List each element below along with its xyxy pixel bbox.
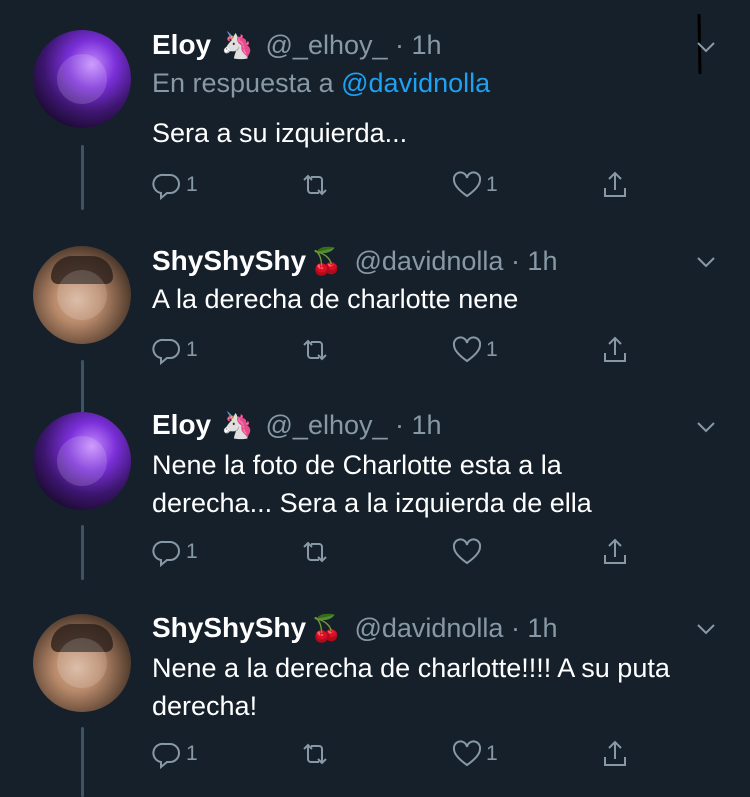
cherries-emoji: 🍒 [310,245,343,276]
like-button[interactable] [452,532,486,572]
reply-prefix: En respuesta a [152,68,342,98]
chevron-down-icon[interactable] [693,34,719,60]
share-icon [604,740,626,766]
share-icon [604,336,626,362]
share-button[interactable] [600,734,630,774]
like-count: 1 [486,338,498,361]
cherries-emoji: 🍒 [310,612,343,643]
handle-time: @_elhoy_ · 1h [265,29,442,60]
chevron-down-icon[interactable] [693,414,719,440]
heart-icon [452,538,482,565]
retweet-icon [303,541,327,563]
avatar[interactable] [33,30,131,128]
chevron-down-icon[interactable] [693,249,719,275]
tweet-header: ShyShyShy 🍒 @davidnolla · 1h [152,608,557,648]
tweet-text: Nene a la derecha de charlotte!!!! A su … [152,653,670,721]
reply-count: 1 [186,742,198,765]
like-button[interactable]: 1 [452,734,498,774]
action-bar: 1 1 [152,330,642,370]
retweet-button[interactable] [300,734,334,774]
reply-count: 1 [186,338,198,361]
display-name[interactable]: Eloy [152,409,211,441]
retweet-button[interactable] [300,165,334,205]
tweet-header: ShyShyShy 🍒 @davidnolla · 1h [152,241,557,281]
retweet-icon [303,174,327,196]
share-button[interactable] [600,330,630,370]
like-count: 1 [486,742,498,765]
tweet-text: Nene la foto de Charlotte esta a la dere… [152,450,592,518]
share-icon [604,538,626,564]
share-button[interactable] [600,165,630,205]
tweet-text: A la derecha de charlotte nene [152,284,519,314]
heart-icon [452,171,482,198]
action-bar: 1 1 [152,165,642,205]
avatar[interactable] [33,614,131,712]
share-button[interactable] [600,532,630,572]
mention-link[interactable]: @davidnolla [341,68,490,98]
like-button[interactable]: 1 [452,330,498,370]
like-button[interactable]: 1 [452,165,498,205]
reply-button[interactable]: 1 [152,165,198,205]
reply-button[interactable]: 1 [152,330,198,370]
reply-button[interactable]: 1 [152,734,198,774]
retweet-button[interactable] [300,532,334,572]
tweet-header: Eloy 🦄 @_elhoy_ · 1h [152,25,442,65]
reply-icon [152,173,180,200]
reply-icon [152,338,180,365]
unicorn-emoji: 🦄 [221,29,254,60]
display-name[interactable]: ShyShyShy [152,245,306,277]
reply-count: 1 [186,540,198,563]
display-name[interactable]: Eloy [152,29,211,61]
share-icon [604,171,626,197]
like-count: 1 [486,173,498,196]
unicorn-emoji: 🦄 [221,409,254,440]
handle-time: @_elhoy_ · 1h [265,409,442,440]
tweet-text: Sera a su izquierda... [152,118,408,148]
retweet-button[interactable] [300,330,334,370]
tweet-header: Eloy 🦄 @_elhoy_ · 1h [152,405,442,445]
action-bar: 1 [152,532,642,572]
display-name[interactable]: ShyShyShy [152,612,306,644]
reply-context: En respuesta a @davidnolla [152,68,490,99]
reply-count: 1 [186,173,198,196]
thread-line [81,525,84,580]
avatar[interactable] [33,412,131,510]
action-bar: 1 1 [152,734,642,774]
avatar[interactable] [33,246,131,344]
retweet-icon [303,339,327,361]
thread-line [81,145,84,210]
chevron-down-icon[interactable] [693,616,719,642]
heart-icon [452,336,482,363]
reply-button[interactable]: 1 [152,532,198,572]
handle-time: @davidnolla · 1h [354,612,558,643]
heart-icon [452,740,482,767]
retweet-icon [303,743,327,765]
handle-time: @davidnolla · 1h [354,245,558,276]
thread-line [81,727,84,797]
reply-icon [152,742,180,769]
thread-line [81,360,84,415]
reply-icon [152,540,180,567]
